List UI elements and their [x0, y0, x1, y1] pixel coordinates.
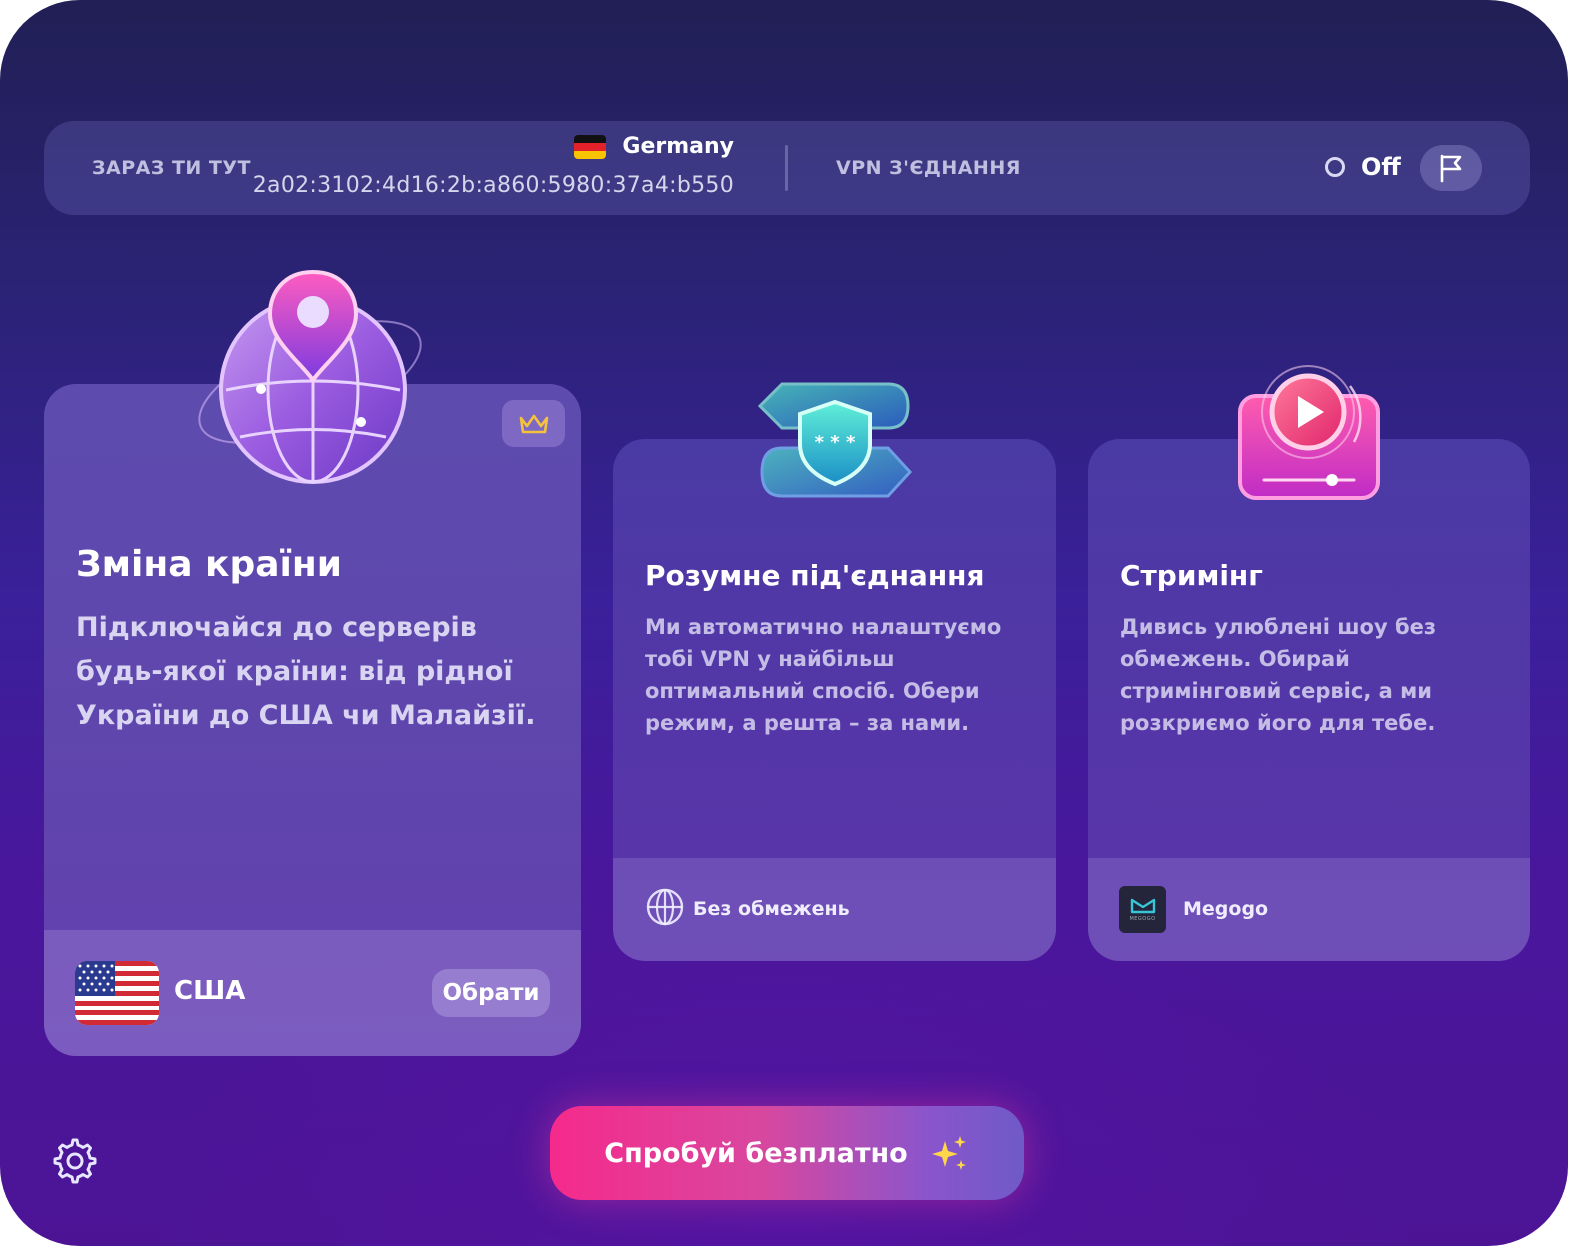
megogo-logo-text: MEGOGO [1129, 915, 1156, 922]
megogo-logo-icon: MEGOGO [1119, 886, 1166, 933]
card-description: Ми автоматично налаштуємо тобі VPN у най… [645, 615, 1002, 735]
globe-pin-icon [198, 269, 422, 484]
flag-icon [1440, 154, 1462, 183]
sparkles-icon [931, 1136, 966, 1170]
choose-country-button[interactable]: Обрати [432, 969, 550, 1017]
card-title: Зміна країни [76, 544, 342, 585]
streaming-service-label: Megogo [1183, 898, 1269, 920]
vpn-app-window: ЗАРАЗ ТИ ТУТ Germany 2a02:3102:4d16:2b:a… [0, 0, 1568, 1246]
streaming-card[interactable]: Стримінг Дивись улюблені шоу без обмежен… [1088, 439, 1530, 961]
premium-badge [502, 400, 565, 447]
vpn-status: Off [1325, 153, 1401, 181]
smart-mode-label: Без обмежень [693, 898, 850, 920]
video-player-icon [1238, 365, 1380, 500]
gear-icon[interactable] [52, 1138, 98, 1184]
card-footer: Без обмежень [613, 858, 1056, 961]
try-free-label: Спробуй безплатно [604, 1137, 908, 1169]
connection-status-bar: ЗАРАЗ ТИ ТУТ Germany 2a02:3102:4d16:2b:a… [44, 121, 1530, 215]
vpn-status-text: Off [1361, 153, 1401, 181]
try-free-button[interactable]: Спробуй безплатно [550, 1106, 1024, 1200]
ring-icon [1325, 157, 1345, 177]
current-ip-address: 2a02:3102:4d16:2b:a860:5980:37a4:b550 [252, 173, 734, 198]
report-button[interactable] [1420, 145, 1482, 191]
card-footer: MEGOGO Megogo [1088, 858, 1530, 961]
card-footer: США Обрати [44, 930, 581, 1056]
card-title: Стримінг [1120, 559, 1263, 592]
card-description: Дивись улюблені шоу без обмежень. Обирай… [1120, 615, 1437, 735]
germany-flag-icon [574, 134, 607, 159]
divider [785, 145, 788, 191]
usa-flag-icon [75, 961, 159, 1025]
vpn-connection-caption: VPN З'ЄДНАННЯ [836, 157, 1021, 179]
current-country-name: Germany [622, 134, 734, 159]
svg-text:* * *: * * * [815, 432, 856, 453]
current-location-caption: ЗАРАЗ ТИ ТУТ [92, 157, 251, 179]
globe-icon [646, 888, 684, 926]
crown-icon [519, 414, 548, 433]
card-description: Підключайся до серверів будь-якої країни… [76, 612, 536, 731]
card-title: Розумне під'єднання [645, 559, 985, 592]
current-country: Germany [574, 134, 734, 159]
selected-country-name: США [174, 976, 246, 1006]
shield-password-icon: * * * [757, 382, 913, 498]
